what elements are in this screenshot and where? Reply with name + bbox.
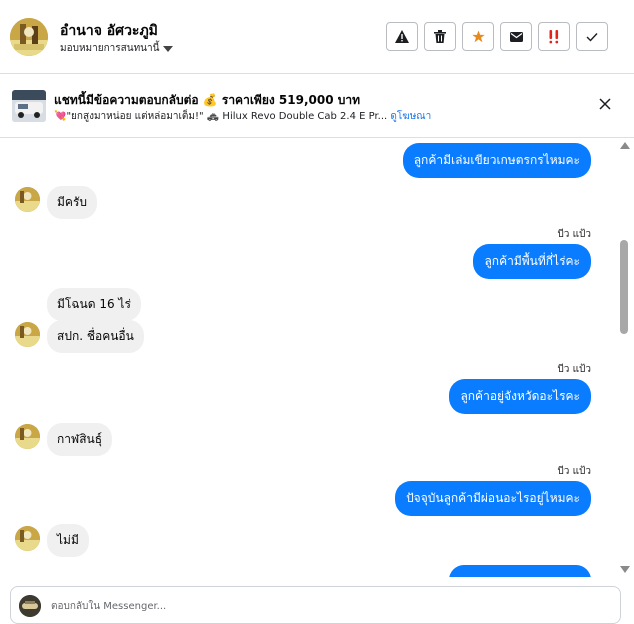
incoming-message: มีโฉนด 16 ไร่ bbox=[47, 288, 141, 321]
avatar-image bbox=[15, 187, 40, 212]
contact-avatar-small[interactable] bbox=[15, 322, 40, 347]
check-icon bbox=[586, 32, 598, 42]
reply-composer bbox=[10, 586, 621, 624]
close-icon[interactable] bbox=[598, 97, 612, 111]
outgoing-message-partial bbox=[449, 565, 591, 577]
contact-name[interactable]: อำนาจ อัศวะภูมิ bbox=[60, 20, 158, 42]
star-button[interactable] bbox=[462, 22, 494, 51]
warning-icon bbox=[395, 30, 409, 43]
conversation-actions bbox=[386, 22, 608, 51]
ad-thumbnail-image bbox=[12, 90, 46, 122]
avatar-image bbox=[15, 424, 40, 449]
trash-icon bbox=[434, 30, 446, 43]
message-thread[interactable]: ลูกค้ามีเล่มเขียวเกษตรกรไหมคะ มีครับ บีว… bbox=[0, 139, 617, 577]
sender-label: บีว แป้ว bbox=[557, 229, 591, 240]
reply-input[interactable] bbox=[49, 596, 593, 616]
scrollbar-track[interactable] bbox=[617, 139, 634, 577]
scroll-up-arrow-icon[interactable] bbox=[620, 142, 630, 149]
incoming-message: สปก. ชื่อคนอื่น bbox=[47, 320, 144, 353]
view-ad-link[interactable]: ดูโฆษณา bbox=[390, 111, 431, 122]
incoming-message: กาฬสินธุ์ bbox=[47, 423, 113, 456]
ad-subtitle-text: 💘"ยกสูงมาหน่อย แต่หล่อมาเต็ม!" 🚓 Hilux R… bbox=[54, 111, 388, 122]
contact-avatar-small[interactable] bbox=[15, 526, 40, 551]
contact-avatar-small[interactable] bbox=[15, 187, 40, 212]
incoming-message: ไม่มี bbox=[47, 524, 89, 557]
page-avatar bbox=[19, 595, 41, 617]
scroll-down-arrow-icon[interactable] bbox=[620, 566, 630, 573]
incoming-message: มีครับ bbox=[47, 186, 97, 219]
important-button[interactable] bbox=[538, 22, 570, 51]
ad-context-bar: แชทนี้มีข้อความตอบกลับต่อ 💰 ราคาเพียง 51… bbox=[0, 74, 634, 138]
conversation-header: อำนาจ อัศวะภูมิ มอบหมายการสนทนานี้ bbox=[0, 0, 634, 74]
assign-label: มอบหมายการสนทนานี้ bbox=[60, 43, 160, 54]
sender-label: บีว แป้ว bbox=[557, 364, 591, 375]
ad-thumbnail[interactable] bbox=[12, 90, 46, 122]
outgoing-message: ลูกค้ามีเล่มเขียวเกษตรกรไหมคะ bbox=[402, 143, 591, 178]
delete-button[interactable] bbox=[424, 22, 456, 51]
outgoing-message: ลูกค้ามีพื้นที่กี่ไร่คะ bbox=[473, 244, 591, 279]
sender-label: บีว แป้ว bbox=[557, 466, 591, 477]
outgoing-message: ลูกค้าอยู่จังหวัดอะไรคะ bbox=[449, 379, 591, 414]
page-avatar-image bbox=[19, 595, 41, 617]
avatar-image bbox=[15, 526, 40, 551]
star-icon bbox=[471, 30, 485, 43]
avatar-image bbox=[15, 322, 40, 347]
caret-down-icon bbox=[163, 45, 174, 52]
assign-conversation-dropdown[interactable]: มอบหมายการสนทนานี้ bbox=[60, 41, 174, 56]
mark-unread-button[interactable] bbox=[500, 22, 532, 51]
ad-subtitle: 💘"ยกสูงมาหน่อย แต่หล่อมาเต็ม!" 🚓 Hilux R… bbox=[54, 109, 431, 124]
contact-avatar-image bbox=[10, 18, 48, 56]
contact-avatar[interactable] bbox=[10, 18, 48, 56]
ad-title: แชทนี้มีข้อความตอบกลับต่อ 💰 ราคาเพียง 51… bbox=[54, 93, 361, 107]
scrollbar-thumb[interactable] bbox=[620, 240, 628, 334]
report-button[interactable] bbox=[386, 22, 418, 51]
done-button[interactable] bbox=[576, 22, 608, 51]
outgoing-message: ปัจจุบันลูกค้ามีผ่อนอะไรอยู่ไหมคะ bbox=[395, 481, 591, 516]
contact-avatar-small[interactable] bbox=[15, 424, 40, 449]
envelope-icon bbox=[509, 31, 523, 42]
double-exclamation-icon bbox=[549, 29, 559, 43]
